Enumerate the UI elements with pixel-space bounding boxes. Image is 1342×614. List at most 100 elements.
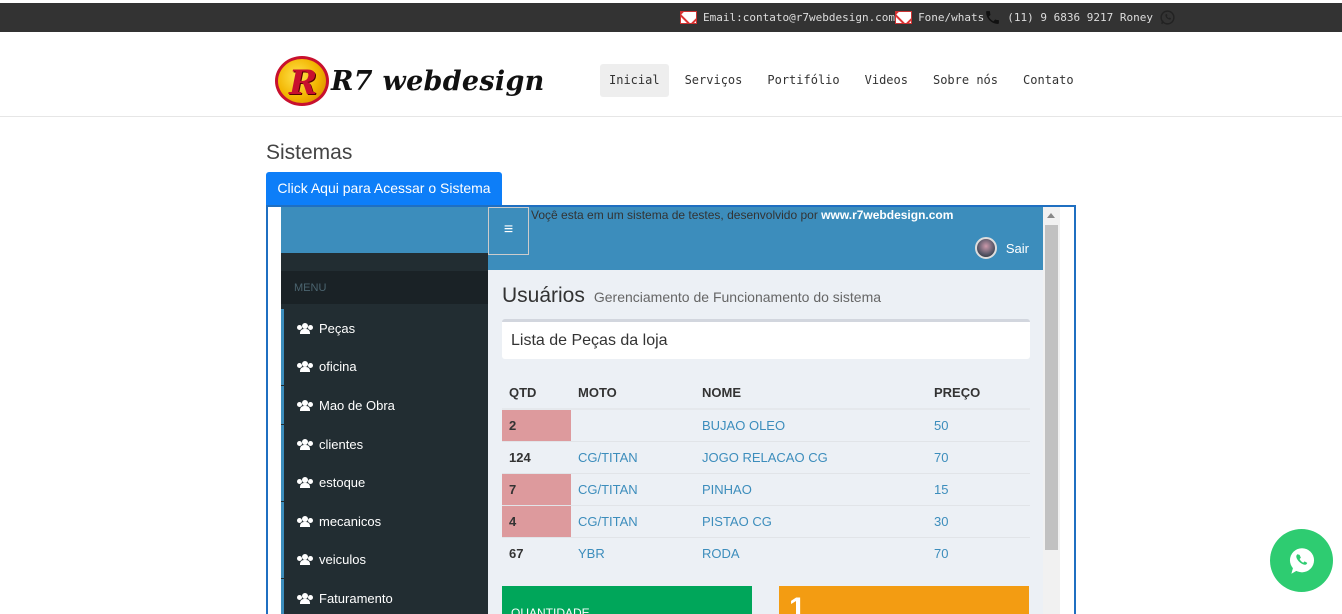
table-row[interactable]: 67 YBR RODA 70 bbox=[502, 536, 1030, 569]
parts-table: QTD MOTO NOME PREÇO 2 BUJAO OLEO 50 124 bbox=[502, 377, 1030, 569]
content-area: ≡ Voçê esta em um sistema de testes, des… bbox=[488, 207, 1043, 614]
nav-contato[interactable]: Contato bbox=[1014, 64, 1083, 97]
moto-cell[interactable]: CG/TITAN bbox=[571, 504, 695, 537]
qty-cell: 124 bbox=[502, 440, 571, 473]
preco-cell[interactable]: 50 bbox=[927, 408, 1030, 441]
sidebar-item-estoque[interactable]: estoque bbox=[281, 463, 488, 501]
site-header: R R7 webdesign Inicial Serviços Portifól… bbox=[0, 32, 1342, 117]
menu-header: MENU bbox=[281, 271, 488, 304]
sidebar-item-pecas[interactable]: Peças bbox=[281, 309, 488, 347]
email-icon bbox=[895, 11, 913, 24]
scrollbar[interactable] bbox=[1043, 207, 1060, 614]
logo-text: R7 webdesign bbox=[331, 65, 545, 97]
users-icon bbox=[297, 476, 313, 488]
section-title: Sistemas bbox=[266, 141, 353, 164]
qty-cell: 4 bbox=[502, 504, 571, 537]
users-icon bbox=[297, 553, 313, 565]
avatar bbox=[974, 237, 997, 259]
table-row[interactable]: 2 BUJAO OLEO 50 bbox=[502, 408, 1030, 441]
nome-cell[interactable]: RODA bbox=[695, 536, 927, 569]
sidebar-item-oficina[interactable]: oficina bbox=[281, 347, 488, 385]
moto-cell[interactable]: YBR bbox=[571, 536, 695, 569]
nav-servicos[interactable]: Serviços bbox=[676, 64, 752, 97]
table-header-row: QTD MOTO NOME PREÇO bbox=[502, 377, 1030, 410]
logo-badge: R bbox=[275, 56, 329, 106]
top-contact-bar: Email:contato@r7webdesign.com Fone/whats… bbox=[0, 3, 1342, 32]
sidebar-item-label: clientes bbox=[319, 436, 364, 452]
users-icon bbox=[297, 438, 313, 450]
phone-number[interactable]: (11) 9 6836 9217 Roney bbox=[1007, 11, 1153, 24]
system-preview-frame: MENU Peças oficina Mao de Obra clientes … bbox=[266, 205, 1076, 614]
nome-cell[interactable]: PINHAO bbox=[695, 472, 927, 505]
preco-cell[interactable]: 70 bbox=[927, 440, 1030, 473]
nav-videos[interactable]: Videos bbox=[856, 64, 917, 97]
stat-tile-value: 1 bbox=[779, 586, 1029, 614]
logo-letter: R bbox=[289, 63, 318, 103]
nav-inicial[interactable]: Inicial bbox=[600, 64, 669, 97]
sidebar-item-label: Peças bbox=[319, 320, 356, 336]
preco-cell[interactable]: 15 bbox=[927, 472, 1030, 505]
phone-icon bbox=[986, 11, 1000, 24]
menu-toggle-icon[interactable]: ≡ bbox=[488, 207, 529, 255]
email-icon bbox=[680, 11, 697, 24]
sidebar-item-label: estoque bbox=[319, 474, 366, 490]
preco-cell[interactable]: 70 bbox=[927, 536, 1030, 569]
moto-cell[interactable]: CG/TITAN bbox=[571, 440, 695, 473]
whatsapp-icon[interactable] bbox=[1159, 9, 1176, 26]
logout-link[interactable]: Sair bbox=[1006, 241, 1029, 256]
list-box: Lista de Peças da loja bbox=[502, 319, 1030, 359]
column-header[interactable]: QTD bbox=[502, 377, 571, 410]
whatsapp-float-button[interactable] bbox=[1270, 529, 1333, 592]
contact-info: Email:contato@r7webdesign.com Fone/whats… bbox=[680, 9, 1176, 26]
phone-label: Fone/whats bbox=[918, 11, 985, 24]
nav-portifolio[interactable]: Portifólio bbox=[758, 64, 848, 97]
nav-sobre-nos[interactable]: Sobre nós bbox=[924, 64, 1007, 97]
page-title: Usuários bbox=[502, 284, 585, 307]
column-header[interactable]: NOME bbox=[695, 377, 927, 410]
sidebar-item-clientes[interactable]: clientes bbox=[281, 425, 488, 463]
sidebar-item-mecanicos[interactable]: mecanicos bbox=[281, 502, 488, 540]
users-icon bbox=[297, 515, 313, 527]
qty-cell: 67 bbox=[502, 536, 571, 569]
embedded-app: MENU Peças oficina Mao de Obra clientes … bbox=[281, 207, 1060, 614]
sidebar-item-label: Mao de Obra bbox=[319, 397, 395, 413]
users-icon bbox=[297, 399, 313, 411]
main-nav: Inicial Serviços Portifólio Videos Sobre… bbox=[600, 64, 1090, 97]
notice-text: Voçê esta em um sistema de testes, desen… bbox=[531, 208, 818, 222]
email-label[interactable]: Email:contato@r7webdesign.com bbox=[703, 11, 895, 24]
nome-cell[interactable]: JOGO RELACAO CG bbox=[695, 440, 927, 473]
sidebar-item-faturamento[interactable]: Faturamento bbox=[281, 579, 488, 614]
user-menu[interactable]: Sair bbox=[974, 237, 1029, 259]
moto-cell[interactable] bbox=[571, 408, 695, 441]
page-subtitle: Gerenciamento de Funcionamento do sistem… bbox=[593, 289, 882, 305]
scroll-thumb[interactable] bbox=[1045, 225, 1058, 550]
sidebar-item-mao-de-obra[interactable]: Mao de Obra bbox=[281, 386, 488, 424]
sidebar: MENU Peças oficina Mao de Obra clientes … bbox=[281, 253, 488, 614]
sidebar-item-label: veiculos bbox=[319, 551, 366, 567]
users-icon bbox=[297, 592, 313, 604]
tile-label: QUANTIDADE bbox=[511, 606, 590, 614]
table-row[interactable]: 7 CG/TITAN PINHAO 15 bbox=[502, 472, 1030, 505]
stat-tile-quantidade: QUANTIDADE bbox=[502, 586, 752, 614]
box-title: Lista de Peças da loja bbox=[511, 332, 668, 349]
page-header: Usuários Gerenciamento de Funcionamento … bbox=[502, 284, 881, 308]
column-header[interactable]: MOTO bbox=[571, 377, 695, 410]
sidebar-item-label: Faturamento bbox=[319, 590, 393, 606]
nome-cell[interactable]: PISTAO CG bbox=[695, 504, 927, 537]
whatsapp-icon bbox=[1289, 547, 1314, 574]
sidebar-item-veiculos[interactable]: veiculos bbox=[281, 540, 488, 578]
moto-cell[interactable]: CG/TITAN bbox=[571, 472, 695, 505]
sidebar-item-label: mecanicos bbox=[319, 513, 382, 529]
column-header[interactable]: PREÇO bbox=[927, 377, 1030, 410]
scroll-up-icon[interactable] bbox=[1047, 213, 1055, 218]
nome-cell[interactable]: BUJAO OLEO bbox=[695, 408, 927, 441]
sidebar-logo-area bbox=[281, 207, 488, 253]
logo[interactable]: R R7 webdesign bbox=[275, 56, 545, 106]
table-row[interactable]: 124 CG/TITAN JOGO RELACAO CG 70 bbox=[502, 440, 1030, 473]
tile-value: 1 bbox=[789, 592, 806, 614]
preco-cell[interactable]: 30 bbox=[927, 504, 1030, 537]
access-system-button[interactable]: Click Aqui para Acessar o Sistema bbox=[266, 172, 502, 205]
test-notice: Voçê esta em um sistema de testes, desen… bbox=[531, 208, 953, 222]
notice-link[interactable]: www.r7webdesign.com bbox=[821, 208, 953, 222]
table-row[interactable]: 4 CG/TITAN PISTAO CG 30 bbox=[502, 504, 1030, 537]
